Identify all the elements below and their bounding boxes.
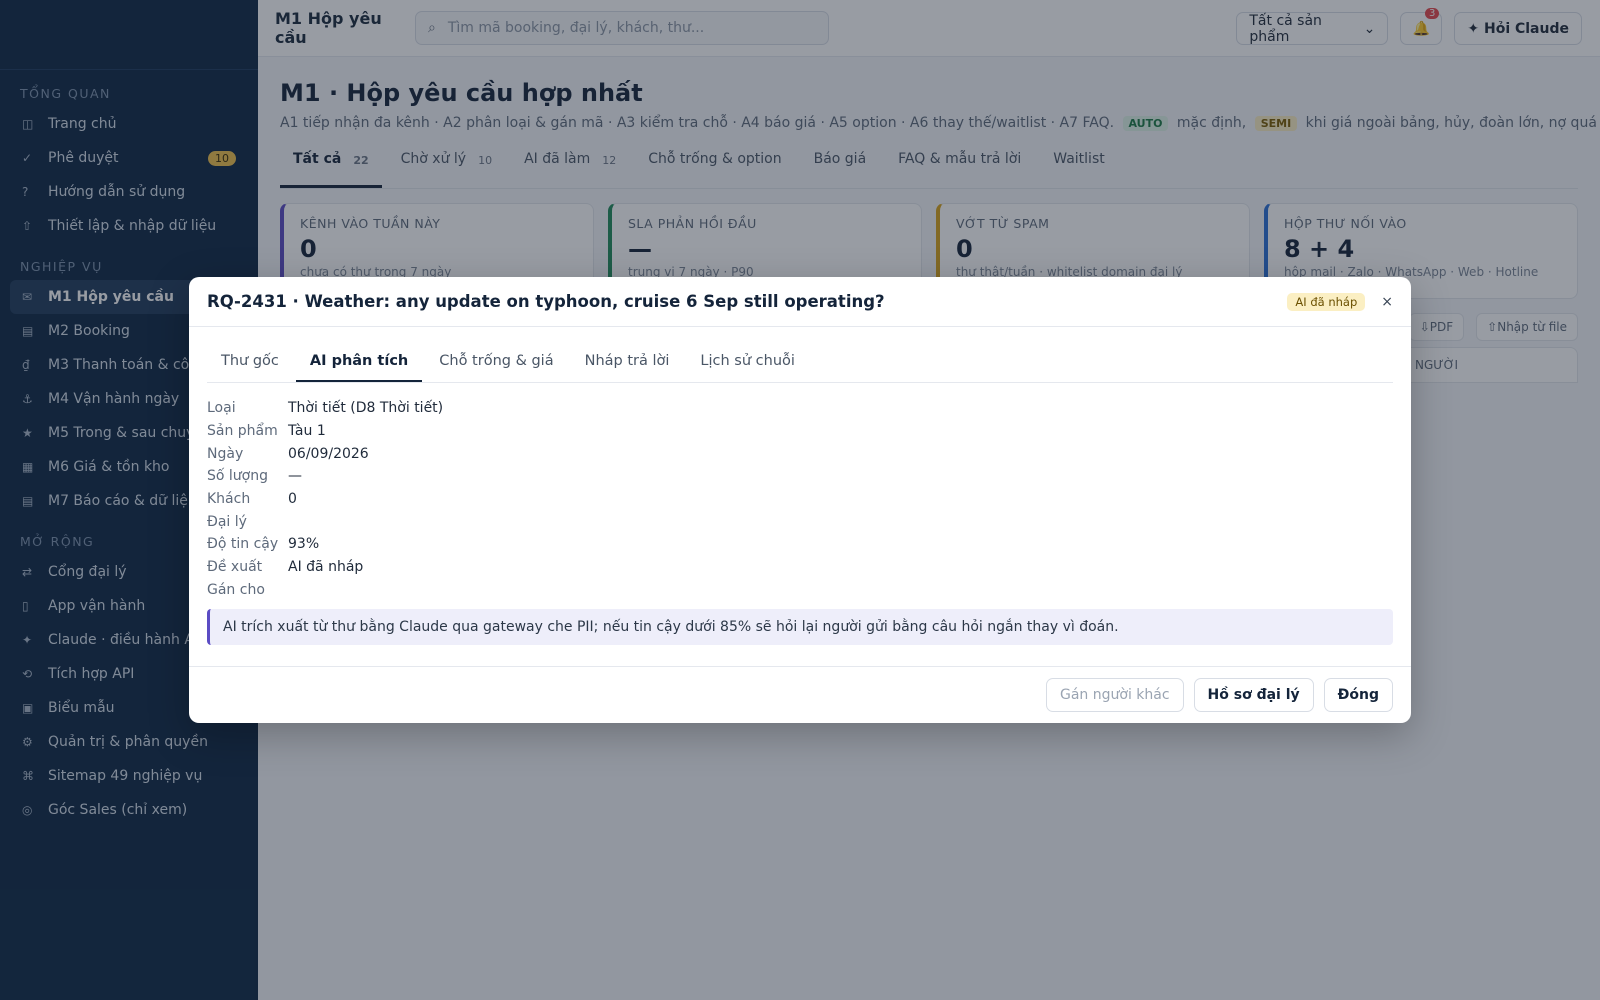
field-key: Độ tin cậy <box>207 536 279 553</box>
field-key: Đại lý <box>207 513 247 530</box>
request-detail-modal: RQ-2431 · Weather: any update on typhoon… <box>189 277 1411 723</box>
tab-draft-reply[interactable]: Nháp trả lời <box>571 341 684 382</box>
field-value: 0 <box>288 491 297 508</box>
field-assignee: Gán cho <box>207 579 1393 602</box>
reassign-button[interactable]: Gán người khác <box>1046 678 1184 712</box>
field-suggestion: Đề xuất AI đã nháp <box>207 556 1393 579</box>
field-date: Ngày 06/09/2026 <box>207 442 1393 465</box>
modal-footer: Gán người khác Hồ sơ đại lý Đóng <box>189 666 1411 723</box>
field-key: Số lượng <box>207 468 268 485</box>
tab-thread-history[interactable]: Lịch sử chuỗi <box>686 341 808 382</box>
field-key: Khách <box>207 491 251 508</box>
field-product: Sản phẩm Tàu 1 <box>207 420 1393 443</box>
field-value: Tàu 1 <box>288 423 326 440</box>
field-confidence: Độ tin cậy 93% <box>207 533 1393 556</box>
field-value: Thời tiết (D8 Thời tiết) <box>288 400 444 417</box>
agent-profile-button[interactable]: Hồ sơ đại lý <box>1193 678 1314 712</box>
field-quantity: Số lượng — <box>207 465 1393 488</box>
field-key: Sản phẩm <box>207 423 278 440</box>
modal-tabs: Thư gốc AI phân tích Chỗ trống & giá Nhá… <box>207 341 1393 383</box>
status-badge: AI đã nháp <box>1287 292 1366 311</box>
field-type: Loại Thời tiết (D8 Thời tiết) <box>207 397 1393 420</box>
field-key: Loại <box>207 400 236 417</box>
field-guests: Khách 0 <box>207 488 1393 511</box>
analysis-fields: Loại Thời tiết (D8 Thời tiết) Sản phẩm Tàu… <box>207 397 1393 601</box>
field-value: — <box>288 468 302 485</box>
field-key: Đề xuất <box>207 559 263 576</box>
field-value: 93% <box>288 536 320 553</box>
tab-original-mail[interactable]: Thư gốc <box>207 341 293 382</box>
field-value: AI đã nháp <box>288 559 364 576</box>
field-key: Gán cho <box>207 581 265 598</box>
field-key: Ngày <box>207 445 244 462</box>
tab-ai-analysis[interactable]: AI phân tích <box>295 341 423 382</box>
field-value: 06/09/2026 <box>288 445 369 462</box>
tab-availability-price[interactable]: Chỗ trống & giá <box>425 341 567 382</box>
field-agent: Đại lý <box>207 510 1393 533</box>
close-button[interactable]: Đóng <box>1323 678 1393 712</box>
close-icon[interactable]: × <box>1381 294 1393 310</box>
ai-note: AI trích xuất từ thư bằng Claude qua gat… <box>207 609 1393 646</box>
modal-header: RQ-2431 · Weather: any update on typhoon… <box>189 277 1411 327</box>
modal-title: RQ-2431 · Weather: any update on typhoon… <box>207 292 885 311</box>
